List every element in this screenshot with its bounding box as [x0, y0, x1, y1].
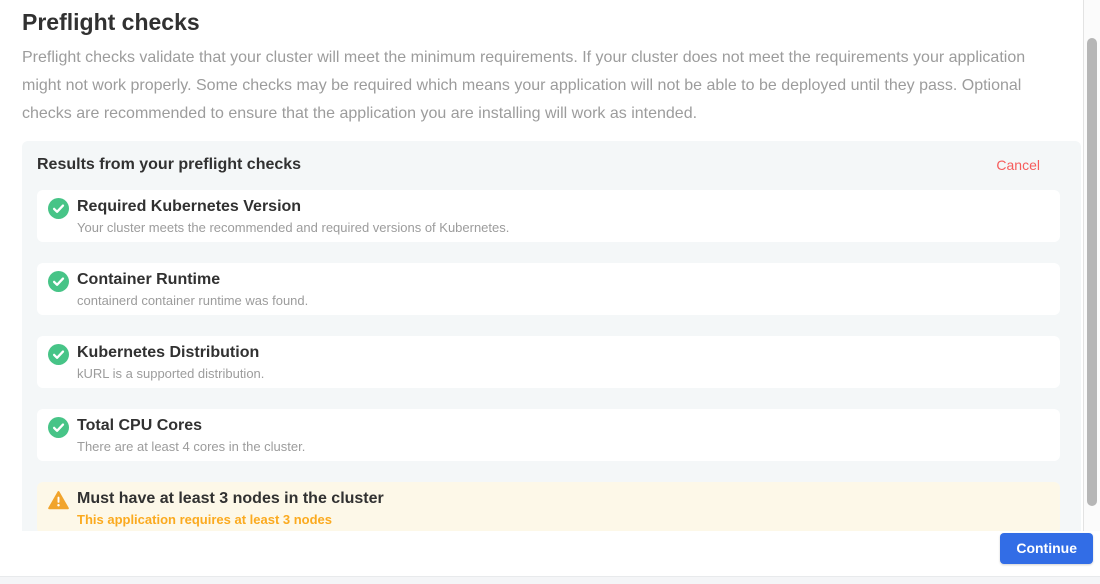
cancel-link[interactable]: Cancel [996, 155, 1040, 175]
check-item: Kubernetes Distribution kURL is a suppor… [37, 336, 1060, 388]
warning-triangle-icon [48, 490, 69, 512]
page-description: Preflight checks validate that your clus… [22, 44, 1068, 128]
check-text: Container Runtime containerd container r… [77, 269, 308, 309]
check-title: Container Runtime [77, 269, 308, 291]
check-item: Total CPU Cores There are at least 4 cor… [37, 409, 1060, 461]
check-title: Required Kubernetes Version [77, 196, 509, 218]
page-title: Preflight checks [22, 6, 1081, 38]
check-title: Total CPU Cores [77, 415, 305, 437]
check-title: Must have at least 3 nodes in the cluste… [77, 488, 384, 510]
success-check-icon [48, 198, 69, 220]
check-text: Total CPU Cores There are at least 4 cor… [77, 415, 305, 455]
check-text: Required Kubernetes Version Your cluster… [77, 196, 509, 236]
results-card-title: Results from your preflight checks [37, 155, 301, 175]
check-message: containerd container runtime was found. [77, 293, 308, 309]
bottom-edge-strip [0, 576, 1100, 584]
check-text: Must have at least 3 nodes in the cluste… [77, 488, 384, 528]
preflight-results-card: Results from your preflight checks Cance… [22, 141, 1081, 531]
page-content: Preflight checks Preflight checks valida… [0, 0, 1083, 531]
check-message: There are at least 4 cores in the cluste… [77, 439, 305, 455]
check-item: Container Runtime containerd container r… [37, 263, 1060, 315]
scrollbar-track[interactable] [1084, 0, 1100, 541]
success-check-icon [48, 344, 69, 366]
check-title: Kubernetes Distribution [77, 342, 264, 364]
footer-bar: Continue [0, 531, 1100, 577]
check-message: Your cluster meets the recommended and r… [77, 220, 509, 236]
success-check-icon [48, 417, 69, 439]
scrollbar-thumb[interactable] [1087, 38, 1097, 506]
check-text: Kubernetes Distribution kURL is a suppor… [77, 342, 264, 382]
check-item-warning: Must have at least 3 nodes in the cluste… [37, 482, 1060, 531]
scrollable-content: Preflight checks Preflight checks valida… [0, 0, 1084, 531]
check-message: kURL is a supported distribution. [77, 366, 264, 382]
success-check-icon [48, 271, 69, 293]
check-message: This application requires at least 3 nod… [77, 512, 384, 528]
continue-button[interactable]: Continue [1000, 533, 1093, 564]
check-item: Required Kubernetes Version Your cluster… [37, 190, 1060, 242]
results-card-header: Results from your preflight checks Cance… [37, 155, 1060, 175]
preflight-checks-page: Preflight checks Preflight checks valida… [0, 0, 1100, 584]
